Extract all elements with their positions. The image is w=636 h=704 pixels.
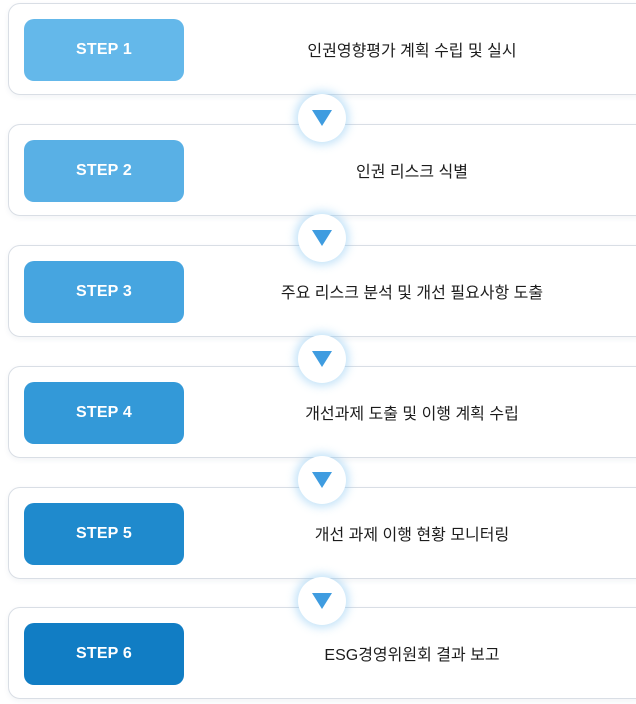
step-badge-2: STEP 2 <box>24 140 184 202</box>
step-description-4: 개선과제 도출 및 이행 계획 수립 <box>305 406 519 423</box>
step-description-6: ESG경영위원회 결과 보고 <box>324 647 500 664</box>
triangle-down-icon <box>312 593 332 609</box>
step-badge-4: STEP 4 <box>24 382 184 444</box>
connector-5 <box>298 577 346 625</box>
process-flow: STEP 1 인권영향평가 계획 수립 및 실시 STEP 2 인권 리스크 식… <box>0 0 636 704</box>
step-description-3: 주요 리스크 분석 및 개선 필요사항 도출 <box>280 285 544 302</box>
step-badge-3: STEP 3 <box>24 261 184 323</box>
connector-4 <box>298 456 346 504</box>
connector-3 <box>298 335 346 383</box>
step-badge-1: STEP 1 <box>24 19 184 81</box>
connector-1 <box>298 94 346 142</box>
triangle-down-icon <box>312 230 332 246</box>
step-description-2: 인권 리스크 식별 <box>356 164 468 181</box>
step-description-5: 개선 과제 이행 현황 모니터링 <box>314 527 510 544</box>
step-description-1: 인권영향평가 계획 수립 및 실시 <box>307 43 517 60</box>
step-card-1: STEP 1 인권영향평가 계획 수립 및 실시 <box>8 3 636 95</box>
triangle-down-icon <box>312 351 332 367</box>
triangle-down-icon <box>312 110 332 126</box>
triangle-down-icon <box>312 472 332 488</box>
connector-2 <box>298 214 346 262</box>
step-badge-6: STEP 6 <box>24 623 184 685</box>
step-badge-5: STEP 5 <box>24 503 184 565</box>
